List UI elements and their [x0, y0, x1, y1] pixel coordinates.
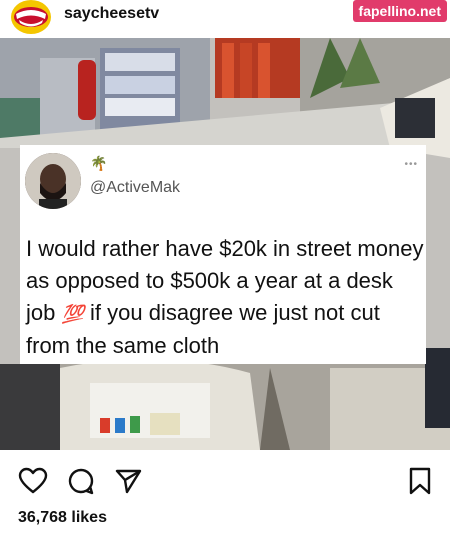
- tweet-author-avatar: [25, 153, 81, 209]
- hundred-points-icon: 💯: [61, 304, 84, 324]
- post-image[interactable]: 🌴 @ActiveMak ••• I would rather have $20…: [0, 38, 450, 450]
- post-actions: [0, 450, 450, 510]
- palm-tree-icon: 🌴: [90, 155, 108, 171]
- more-options-icon[interactable]: •••: [404, 159, 418, 170]
- send-icon[interactable]: [114, 467, 142, 500]
- tweet-body: I would rather have $20k in street money…: [26, 233, 426, 362]
- username[interactable]: saycheesetv: [64, 5, 159, 23]
- comment-icon[interactable]: [67, 467, 95, 500]
- watermark: fapellino.net: [352, 0, 447, 22]
- post-header: saycheesetv fapellino.net: [0, 0, 450, 38]
- bookmark-icon[interactable]: [408, 467, 432, 500]
- tweet-handle[interactable]: @ActiveMak: [90, 179, 180, 197]
- profile-avatar[interactable]: [11, 0, 51, 34]
- heart-icon[interactable]: [18, 467, 48, 500]
- tweet-card: 🌴 @ActiveMak ••• I would rather have $20…: [20, 145, 426, 364]
- likes-count[interactable]: 36,768 likes: [18, 509, 107, 527]
